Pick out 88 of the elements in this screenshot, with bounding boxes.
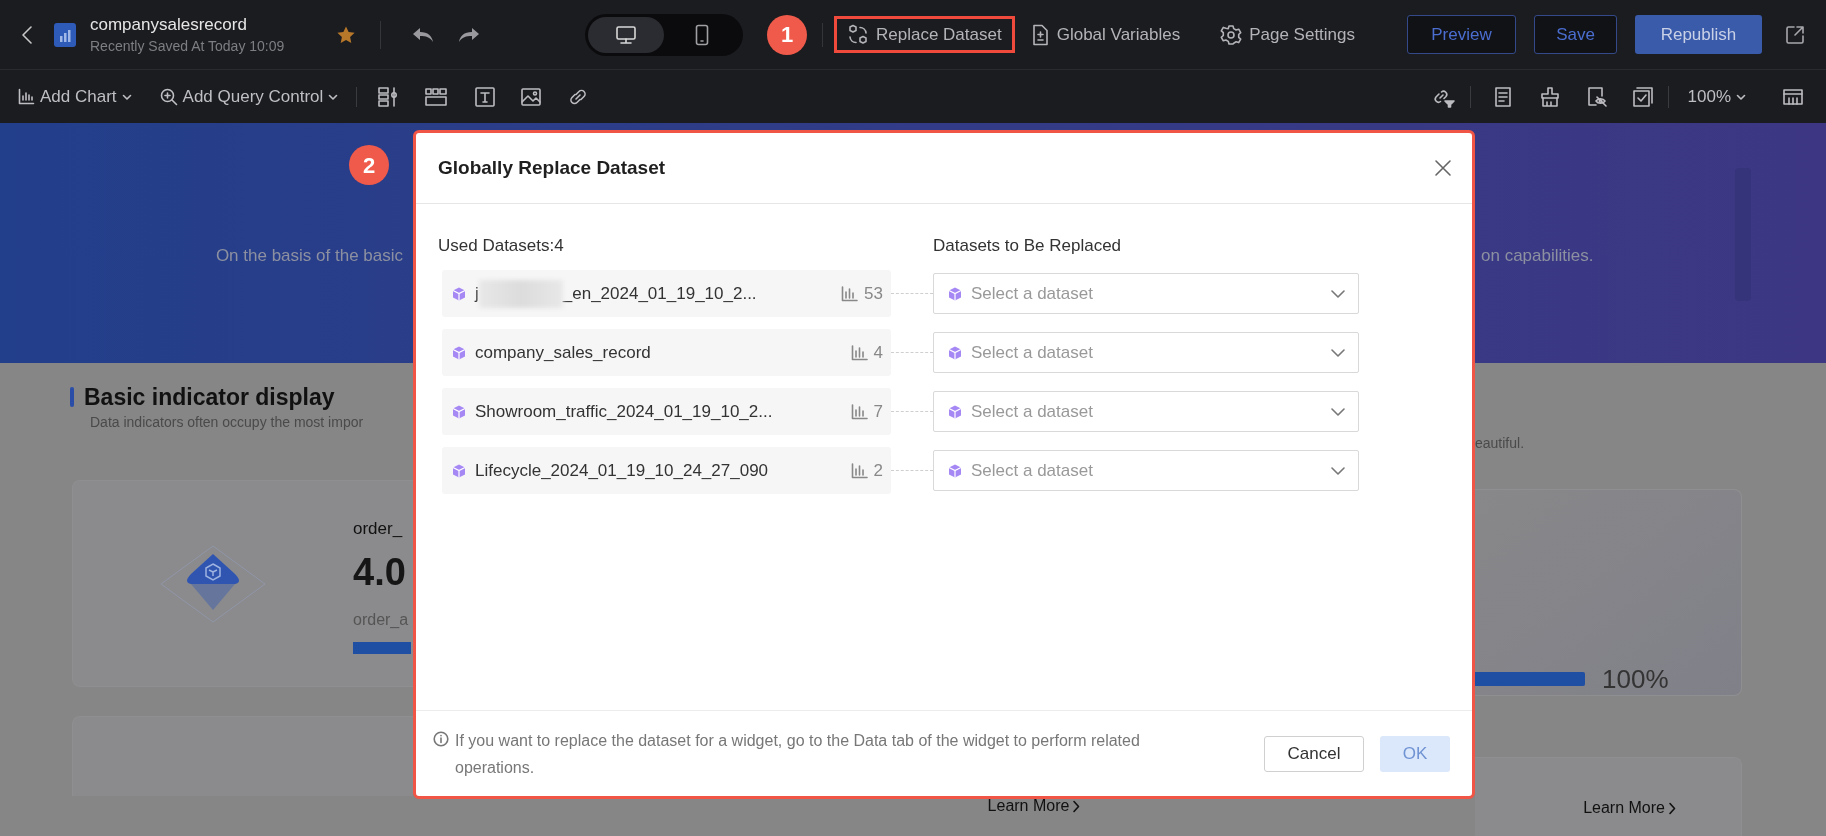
dataset-name: j	[475, 282, 479, 305]
dataset-select[interactable]: Select a dataset	[933, 391, 1359, 432]
banner-text: On the basis of the basic	[215, 245, 404, 267]
eye-off-icon[interactable]	[1585, 85, 1608, 108]
zoom-dropdown[interactable]: 100%	[1687, 83, 1746, 110]
chevron-right-icon	[1668, 801, 1676, 815]
cube-icon	[451, 462, 467, 479]
dataset-select[interactable]: Select a dataset	[933, 273, 1359, 314]
swap-cubes-icon	[847, 23, 869, 46]
bar-chart-icon	[18, 88, 35, 105]
progress-reading: 100%	[1602, 665, 1669, 693]
chevron-down-icon	[1331, 407, 1345, 416]
usage-count: 2	[873, 459, 883, 482]
toolbar-button[interactable]: Global Variables	[1016, 16, 1194, 53]
dialog-title: Globally Replace Dataset	[438, 155, 666, 180]
layout-icon[interactable]	[424, 86, 449, 107]
add-query-control-menu[interactable]: Add Query Control	[159, 83, 339, 110]
sliders-icon[interactable]	[377, 85, 400, 108]
chevron-down-icon	[1331, 348, 1345, 357]
metric-label: order_	[353, 518, 404, 538]
cube-icon	[947, 462, 963, 479]
dataset-name: Showroom_traffic_2024_01_19_10_2...	[475, 400, 773, 423]
cube-icon	[451, 285, 467, 302]
phone-icon	[695, 23, 709, 46]
caret-icon	[121, 92, 132, 101]
header-button[interactable]: Save	[1534, 15, 1617, 54]
learn-more-link[interactable]: Learn More	[987, 794, 1081, 818]
metric-sub-label: order_a	[353, 610, 410, 630]
metric-value: 4.0	[353, 550, 407, 594]
dataset-name: _en_2024_01_19_10_2...	[562, 282, 757, 305]
section-subtitle: eautiful.	[1475, 434, 1526, 453]
desktop-view-tab[interactable]	[588, 16, 664, 53]
caret-icon	[328, 92, 339, 101]
column-heading: Used Datasets:4	[438, 235, 565, 258]
bar-chart-icon	[850, 344, 868, 361]
brush-icon[interactable]	[1538, 85, 1561, 108]
text-icon[interactable]	[474, 85, 497, 108]
settings-icon	[1220, 23, 1243, 46]
usage-count: 4	[873, 341, 883, 364]
cube-icon	[451, 344, 467, 361]
external-link-icon[interactable]	[1785, 24, 1805, 45]
monitor-icon	[615, 24, 637, 45]
dataset-name: company_sales_record	[475, 341, 651, 364]
table-icon[interactable]	[1782, 86, 1804, 107]
cube-icon	[451, 403, 467, 420]
image-icon[interactable]	[520, 86, 543, 107]
section-marker	[70, 387, 74, 407]
step-badge: 1	[767, 14, 807, 55]
cube-icon	[947, 344, 963, 361]
select-placeholder: Select a dataset	[971, 459, 1093, 482]
close-icon[interactable]	[1434, 159, 1452, 177]
header-button[interactable]: Republish	[1635, 15, 1762, 54]
select-placeholder: Select a dataset	[971, 341, 1093, 364]
back-icon[interactable]	[20, 23, 34, 46]
select-placeholder: Select a dataset	[971, 282, 1093, 305]
learn-more-link[interactable]: Learn More	[1583, 798, 1676, 818]
bar-chart-icon	[841, 285, 859, 302]
help-note: If you want to replace the dataset for a widget, go to the Data tab of the widget to perform related operations.	[455, 730, 1141, 778]
usage-count: 53	[864, 282, 883, 305]
section-subtitle: Data indicators often occupy the most impor	[90, 413, 365, 432]
banner-text: on capabilities.	[1480, 245, 1594, 265]
dataset-select[interactable]: Select a dataset	[933, 332, 1359, 373]
checkbox-icon[interactable]	[1631, 85, 1654, 108]
document-icon[interactable]	[1492, 85, 1513, 108]
report-icon	[54, 22, 76, 47]
column-heading: Datasets to Be Replaced	[933, 235, 1122, 258]
chevron-down-icon	[1331, 466, 1345, 475]
bar-chart-icon	[850, 403, 868, 420]
dataset-select[interactable]: Select a dataset	[933, 450, 1359, 491]
caret-icon	[1736, 92, 1746, 101]
dataset-name: Lifecycle_2024_01_19_10_24_27_090	[475, 459, 769, 482]
save-status: Recently Saved At Today 10:09	[90, 36, 286, 56]
zoom-in-icon	[159, 87, 178, 106]
header-button[interactable]: Preview	[1407, 15, 1516, 54]
cube-icon	[947, 285, 963, 302]
chevron-down-icon	[1331, 289, 1345, 298]
cube-icon	[947, 403, 963, 420]
dialog-button[interactable]: Cancel	[1264, 735, 1364, 772]
toolbar-button[interactable]: Replace Dataset	[834, 16, 1015, 53]
toolbar-button[interactable]: Page Settings	[1207, 16, 1369, 53]
usage-count: 7	[873, 400, 883, 423]
report-title: companysalesrecord	[90, 13, 248, 36]
select-placeholder: Select a dataset	[971, 400, 1093, 423]
info-icon	[433, 731, 449, 747]
chevron-right-icon	[1072, 799, 1081, 813]
add-chart-menu[interactable]: Add Chart	[18, 83, 132, 110]
bar-chart-icon	[850, 462, 868, 479]
section-title: Basic indicator display	[84, 382, 335, 412]
